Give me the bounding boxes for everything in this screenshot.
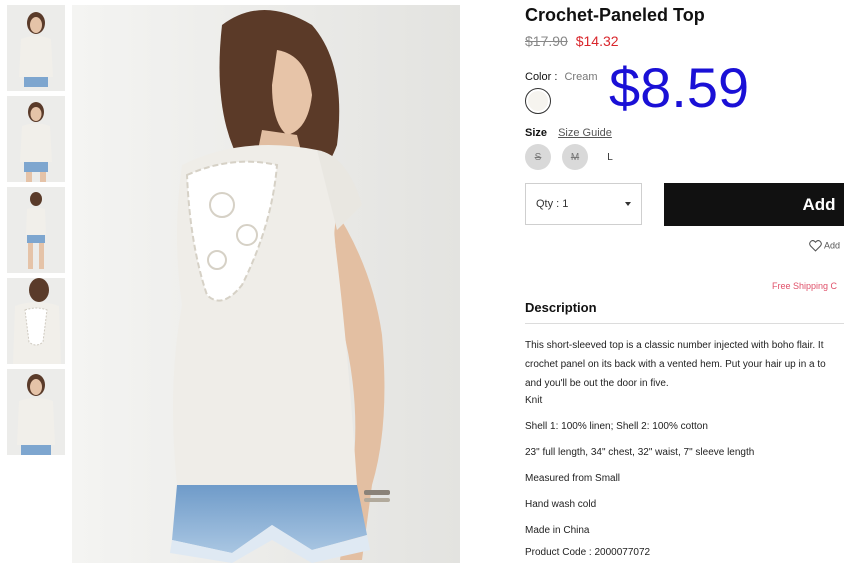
quantity-select[interactable]: Qty : 1 [525, 183, 642, 225]
thumbnail-image[interactable] [7, 187, 65, 273]
price-row: $17.90 $14.32 [525, 33, 619, 49]
free-shipping-note[interactable]: Free Shipping C [772, 281, 837, 291]
spec-origin: Made in China [525, 525, 590, 536]
caret-down-icon [625, 202, 631, 206]
color-label: Color [525, 71, 552, 83]
thumbnail-image[interactable] [7, 278, 65, 364]
description-line: This short-sleeved top is a classic numb… [525, 340, 824, 351]
color-row: Color : Cream [525, 71, 598, 83]
color-value: Cream [564, 71, 598, 83]
size-option-m[interactable]: M [562, 144, 588, 170]
description-heading: Description [525, 300, 597, 315]
description-line: and you'll be out the door in five. [525, 378, 669, 389]
size-row: Size Size Guide [525, 127, 612, 139]
thumbnail-list [7, 5, 65, 460]
overlay-price: $8.59 [609, 56, 750, 119]
add-to-wishlist-link[interactable]: Add [809, 239, 841, 252]
wishlist-label: Add [824, 240, 841, 251]
spec-measurements: 23" full length, 34" chest, 32" waist, 7… [525, 447, 755, 458]
thumbnail-image[interactable] [7, 369, 65, 455]
spec-care: Hand wash cold [525, 499, 597, 510]
color-swatch-cream[interactable] [525, 88, 551, 114]
original-price: $17.90 [525, 33, 568, 49]
add-to-bag-button[interactable]: Add [664, 183, 844, 226]
spec-product-code: Product Code : 2000077072 [525, 547, 651, 558]
thumbnail-image[interactable] [7, 5, 65, 91]
size-option-s[interactable]: S [525, 144, 551, 170]
main-product-image[interactable] [72, 5, 460, 563]
description-text: This short-sleeved top is a classic numb… [525, 336, 844, 393]
heart-icon [809, 239, 822, 252]
size-option-l[interactable]: L [597, 144, 623, 170]
spec-material: Shell 1: 100% linen; Shell 2: 100% cotto… [525, 421, 708, 432]
product-title: Crochet-Paneled Top [525, 5, 705, 25]
sale-price: $14.32 [575, 33, 619, 49]
quantity-label: Qty : 1 [536, 198, 569, 210]
thumbnail-image[interactable] [7, 96, 65, 182]
size-label: Size [525, 127, 548, 139]
spec-measured-from: Measured from Small [525, 473, 621, 484]
size-guide-link[interactable]: Size Guide [558, 127, 612, 139]
description-divider [525, 323, 844, 324]
description-line: crochet panel on its back with a vented … [525, 359, 826, 370]
spec-fabric-type: Knit [525, 395, 543, 406]
add-button-label: Add [802, 194, 836, 214]
color-separator: : [554, 71, 558, 83]
product-page: Crochet-Paneled Top $17.90 $14.32 Color … [0, 0, 844, 563]
